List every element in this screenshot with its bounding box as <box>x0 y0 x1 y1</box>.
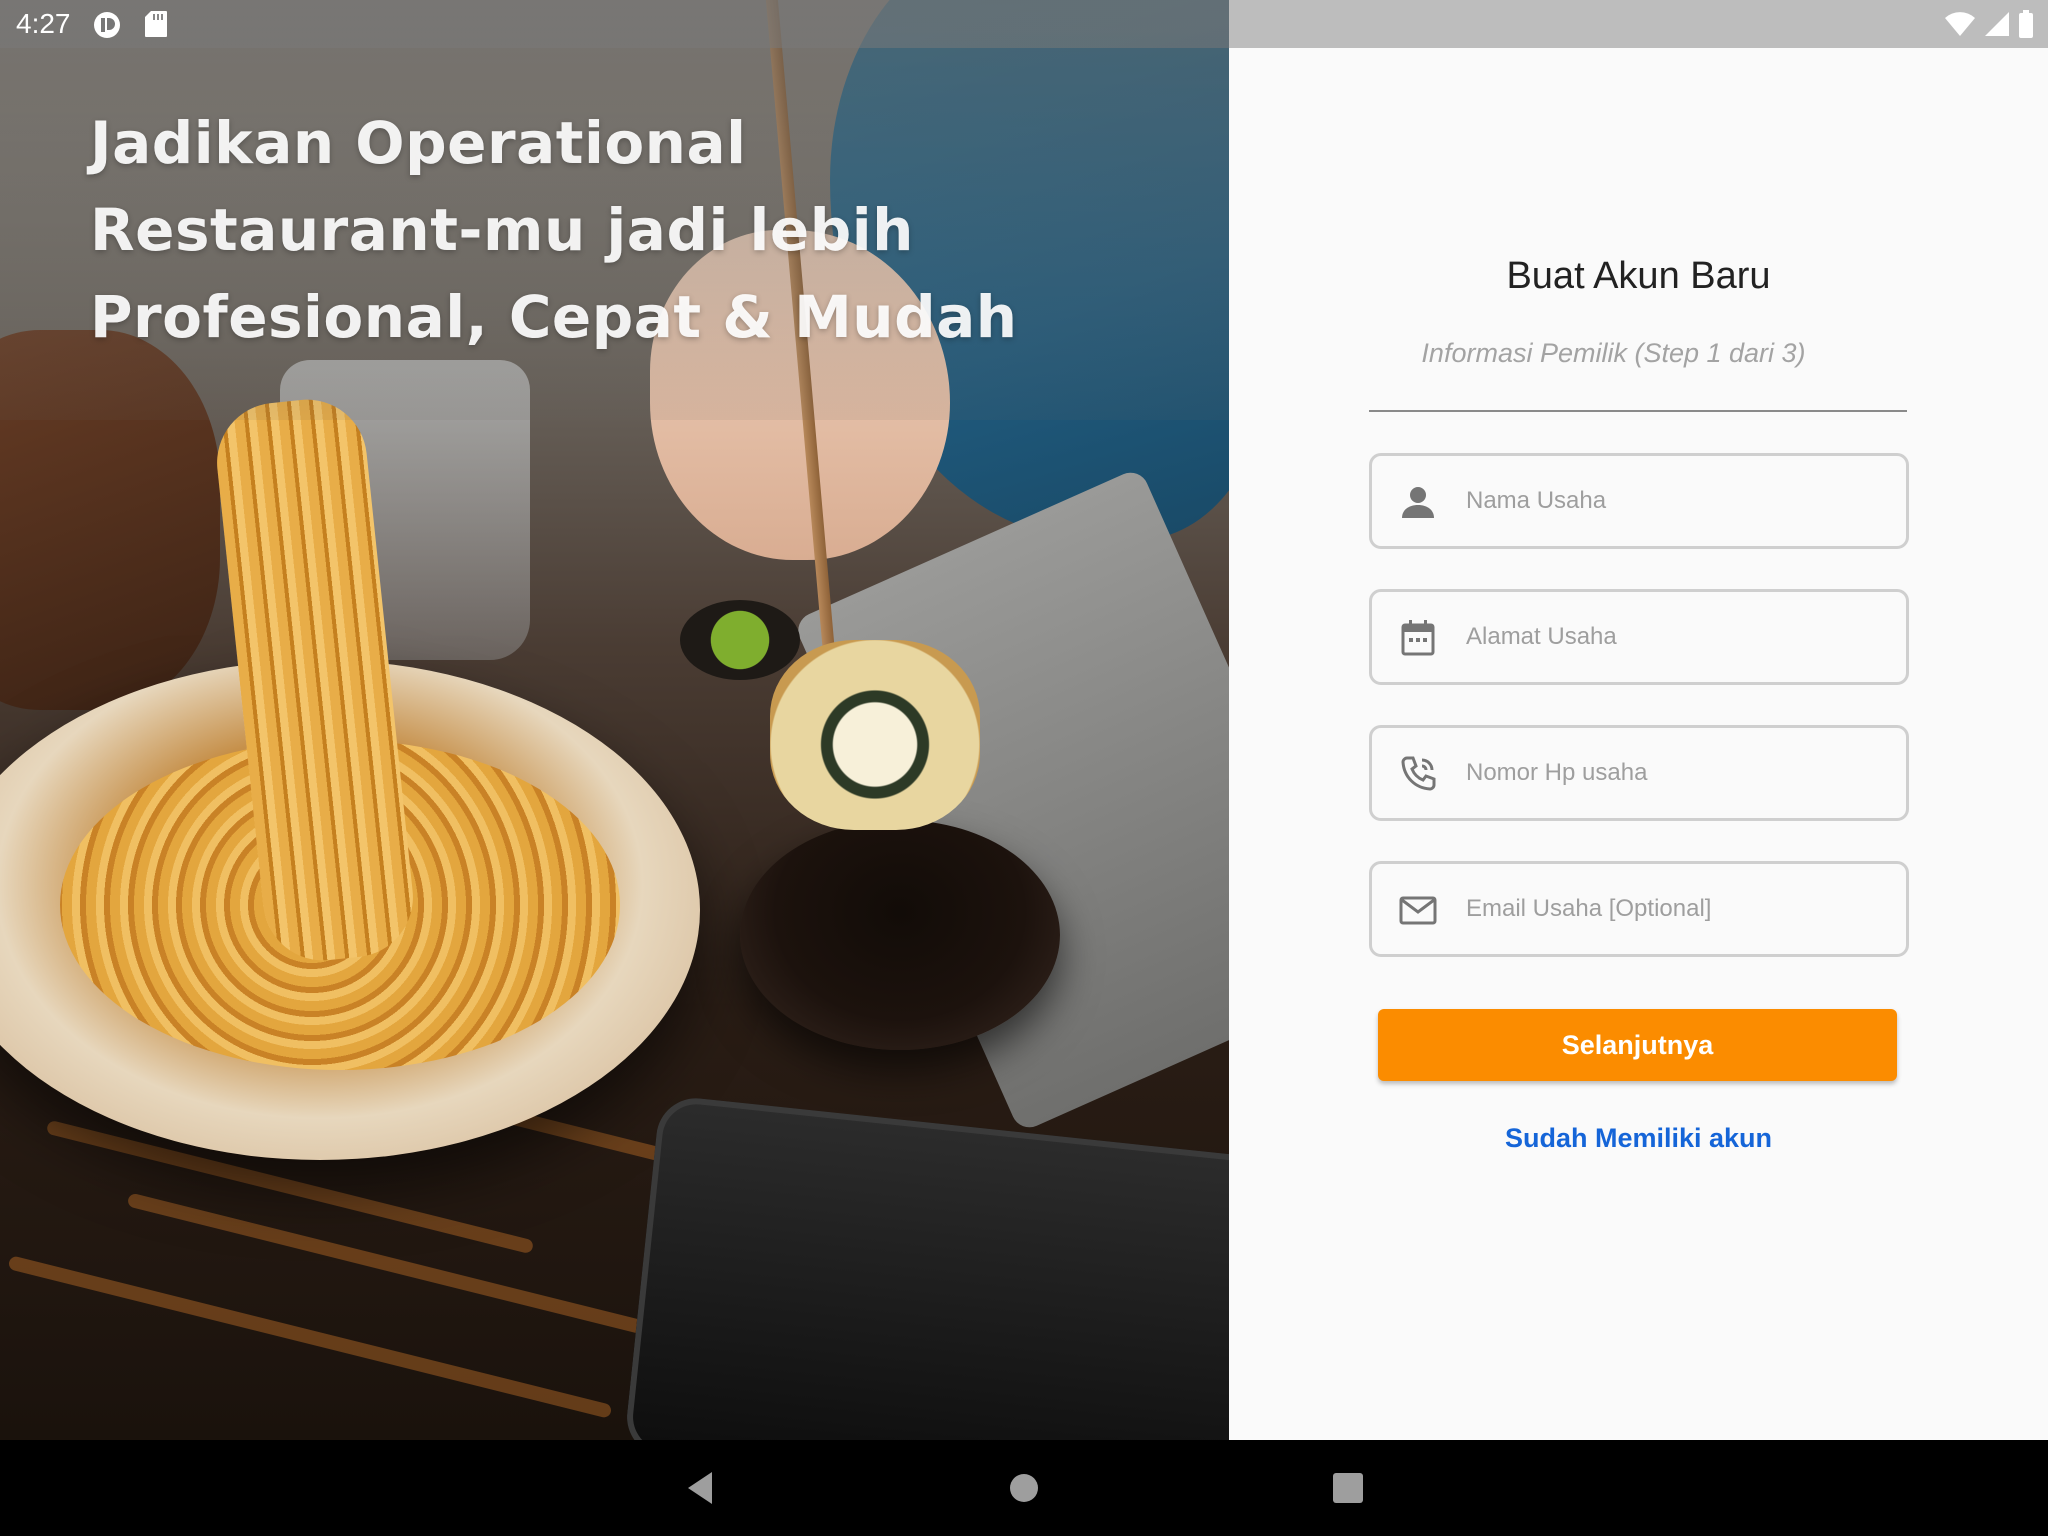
business-address-input[interactable] <box>1466 592 1886 682</box>
calendar-icon <box>1398 618 1438 658</box>
business-address-field[interactable] <box>1369 589 1909 685</box>
business-name-field[interactable] <box>1369 453 1909 549</box>
sushi-shape <box>770 640 980 830</box>
form-step-subtitle: Informasi Pemilik (Step 1 dari 3) <box>1421 338 1806 368</box>
business-email-input[interactable] <box>1466 864 1886 954</box>
hero-headline-line: Restaurant-mu jadi lebih <box>90 196 914 264</box>
sauce-bowl-shape <box>740 820 1060 1050</box>
sd-card-icon <box>144 10 168 43</box>
status-icons <box>1944 10 2034 43</box>
hero-headline-line: Jadikan Operational <box>90 109 747 177</box>
hero-headline: Jadikan Operational Restaurant-mu jadi l… <box>90 100 1018 361</box>
app-notification-icon <box>92 10 122 45</box>
back-icon[interactable] <box>680 1468 720 1508</box>
table-grain <box>7 1255 613 1419</box>
wasabi-shape <box>680 600 800 680</box>
business-name-input[interactable] <box>1466 456 1886 546</box>
wifi-icon <box>1944 11 1976 42</box>
hero-panel: Jadikan Operational Restaurant-mu jadi l… <box>0 0 1229 1440</box>
divider <box>1369 410 1907 412</box>
business-phone-input[interactable] <box>1466 728 1886 818</box>
person-icon <box>1398 482 1438 522</box>
form-title: Buat Akun Baru <box>1506 255 1771 297</box>
signup-form-panel: Buat Akun Baru Informasi Pemilik (Step 1… <box>1229 48 2048 1440</box>
phone-shape <box>623 1094 1229 1440</box>
status-bar: 4:27 <box>0 0 2048 48</box>
cellular-signal-icon <box>1984 11 2010 42</box>
phone-icon <box>1398 754 1438 794</box>
already-have-account-link[interactable]: Sudah Memiliki akun <box>1229 1123 2048 1154</box>
screen: Jadikan Operational Restaurant-mu jadi l… <box>0 0 2048 1536</box>
battery-icon <box>2018 10 2034 43</box>
status-time: 4:27 <box>16 8 71 39</box>
recents-icon[interactable] <box>1328 1468 1368 1508</box>
mail-icon <box>1398 890 1438 930</box>
hero-headline-line: Profesional, Cepat & Mudah <box>90 283 1018 351</box>
next-button[interactable]: Selanjutnya <box>1378 1009 1897 1081</box>
business-phone-field[interactable] <box>1369 725 1909 821</box>
home-icon[interactable] <box>1004 1468 1044 1508</box>
navigation-bar <box>0 1440 2048 1536</box>
business-email-field[interactable] <box>1369 861 1909 957</box>
